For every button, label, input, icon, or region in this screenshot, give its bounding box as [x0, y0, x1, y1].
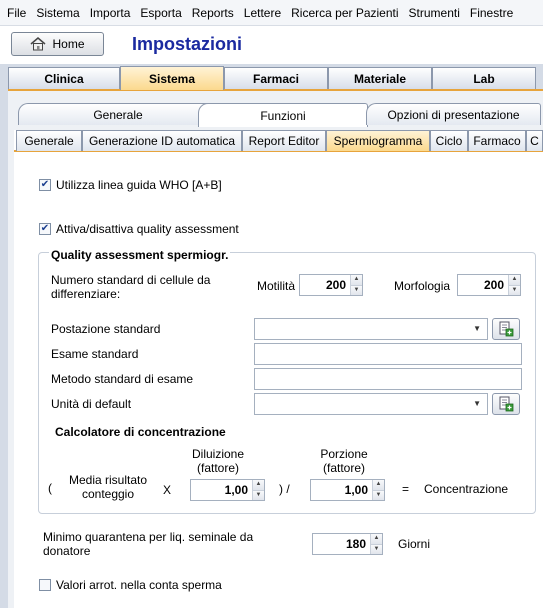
dilution-label: Diluizione (fattore) — [191, 447, 245, 475]
exam-field[interactable] — [254, 343, 522, 365]
unit-lookup-button[interactable] — [492, 393, 520, 415]
menu-strumenti[interactable]: Strumenti — [404, 6, 465, 20]
function-tab-bar: Generale Generazione ID automatica Repor… — [14, 130, 543, 152]
calc-equals: = — [402, 482, 410, 496]
tab-report-editor[interactable]: Report Editor — [242, 130, 326, 151]
method-field[interactable] — [254, 368, 522, 390]
home-button-label: Home — [52, 37, 85, 51]
tab-farmaci[interactable]: Farmaci — [224, 67, 328, 89]
spin-down-icon[interactable]: ▼ — [351, 285, 362, 295]
menu-finestre[interactable]: Finestre — [465, 6, 518, 20]
menu-bar: File Sistema Importa Esporta Reports Let… — [0, 0, 543, 26]
spin-up-icon[interactable]: ▲ — [371, 534, 382, 545]
quarantine-value[interactable]: 180 — [313, 534, 370, 554]
menu-file[interactable]: File — [0, 6, 31, 20]
main-tab-bar: Clinica Sistema Farmaci Materiale Lab — [8, 66, 543, 91]
calc-mean-label: Media risultato conteggio — [68, 473, 148, 501]
chevron-down-icon[interactable]: ▼ — [473, 324, 481, 333]
quality-assessment-label: Attiva/disattiva quality assessment — [56, 222, 239, 236]
spin-down-icon[interactable]: ▼ — [509, 285, 520, 295]
cells-label: Numero standard di cellule da differenzi… — [51, 273, 211, 301]
unit-label: Unità di default — [51, 397, 132, 411]
motility-value[interactable]: 200 — [300, 275, 350, 295]
spin-up-icon[interactable]: ▲ — [509, 275, 520, 286]
portion-spinner[interactable]: 1,00 ▲ ▼ — [310, 479, 385, 501]
tab-materiale[interactable]: Materiale — [328, 67, 432, 89]
tab-opzioni-presentazione[interactable]: Opzioni di presentazione — [366, 103, 541, 125]
motility-label: Motilità — [257, 279, 296, 293]
toolbar: Home Impostazioni — [0, 26, 543, 64]
who-guideline-label: Utilizza linea guida WHO [A+B] — [56, 178, 222, 192]
menu-lettere[interactable]: Lettere — [239, 6, 286, 20]
morphology-spinner[interactable]: 200 ▲ ▼ — [457, 274, 521, 296]
group-title: Quality assessment spermiogr. — [49, 248, 231, 262]
tab-lab[interactable]: Lab — [432, 67, 536, 89]
tab-sistema[interactable]: Sistema — [120, 66, 224, 90]
checkbox-box[interactable]: ✔ — [39, 223, 51, 235]
quarantine-label: Minimo quarantena per liq. seminale da d… — [43, 530, 254, 558]
checkbox-box[interactable] — [39, 579, 51, 591]
portion-label: Porzione (fattore) — [320, 447, 368, 475]
quarantine-spinner[interactable]: 180 ▲ ▼ — [312, 533, 383, 555]
page-title: Impostazioni — [132, 34, 243, 54]
rounded-values-label: Valori arrot. nella conta sperma — [56, 578, 222, 592]
dilution-spinner[interactable]: 1,00 ▲ ▼ — [190, 479, 265, 501]
morphology-label: Morfologia — [394, 279, 451, 293]
concentration-label: Concentrazione — [424, 482, 509, 496]
spin-up-icon[interactable]: ▲ — [351, 275, 362, 286]
chevron-down-icon[interactable]: ▼ — [473, 399, 481, 408]
spin-down-icon[interactable]: ▼ — [373, 490, 384, 500]
tab-generale[interactable]: Generale — [18, 103, 218, 125]
quarantine-unit: Giorni — [398, 537, 431, 551]
quality-assessment-checkbox[interactable]: ✔ Attiva/disattiva quality assessment — [39, 222, 239, 236]
workstation-select[interactable]: ▼ — [254, 318, 488, 340]
motility-spinner[interactable]: 200 ▲ ▼ — [299, 274, 363, 296]
tab-more[interactable]: C — [526, 130, 543, 151]
menu-reports[interactable]: Reports — [187, 6, 239, 20]
method-label: Metodo standard di esame — [51, 372, 194, 386]
workstation-label: Postazione standard — [51, 322, 161, 336]
home-icon — [30, 37, 46, 51]
workstation-lookup-button[interactable] — [492, 318, 520, 340]
document-lookup-icon — [499, 321, 514, 337]
rounded-values-checkbox[interactable]: Valori arrot. nella conta sperma — [39, 578, 222, 592]
home-button[interactable]: Home — [11, 32, 104, 56]
spin-down-icon[interactable]: ▼ — [253, 490, 264, 500]
unit-select[interactable]: ▼ — [254, 393, 488, 415]
menu-esporta[interactable]: Esporta — [135, 6, 186, 20]
portion-value[interactable]: 1,00 — [311, 480, 372, 500]
calculator-title: Calcolatore di concentrazione — [55, 425, 226, 439]
tab-func-generale[interactable]: Generale — [16, 130, 82, 151]
tab-spermiogramma[interactable]: Spermiogramma — [326, 130, 430, 151]
tab-ciclo[interactable]: Ciclo — [430, 130, 468, 151]
menu-importa[interactable]: Importa — [85, 6, 136, 20]
menu-sistema[interactable]: Sistema — [31, 6, 84, 20]
document-lookup-icon — [499, 396, 514, 412]
calc-divide: ) / — [279, 482, 290, 496]
spin-down-icon[interactable]: ▼ — [371, 544, 382, 554]
spin-up-icon[interactable]: ▲ — [373, 480, 384, 491]
sub-tab-bar: Generale Funzioni Opzioni di presentazio… — [18, 103, 543, 127]
dilution-value[interactable]: 1,00 — [191, 480, 252, 500]
calc-multiply: X — [163, 483, 172, 497]
exam-label: Esame standard — [51, 347, 139, 361]
menu-ricerca-pazienti[interactable]: Ricerca per Pazienti — [286, 6, 403, 20]
checkbox-box[interactable]: ✔ — [39, 179, 51, 191]
spin-up-icon[interactable]: ▲ — [253, 480, 264, 491]
tab-clinica[interactable]: Clinica — [8, 67, 120, 89]
calc-paren-open: ( — [48, 481, 52, 495]
tab-funzioni[interactable]: Funzioni — [198, 103, 368, 127]
who-guideline-checkbox[interactable]: ✔ Utilizza linea guida WHO [A+B] — [39, 178, 222, 192]
tab-generazione-id[interactable]: Generazione ID automatica — [82, 130, 242, 151]
tab-farmaco[interactable]: Farmaco — [468, 130, 526, 151]
morphology-value[interactable]: 200 — [458, 275, 508, 295]
